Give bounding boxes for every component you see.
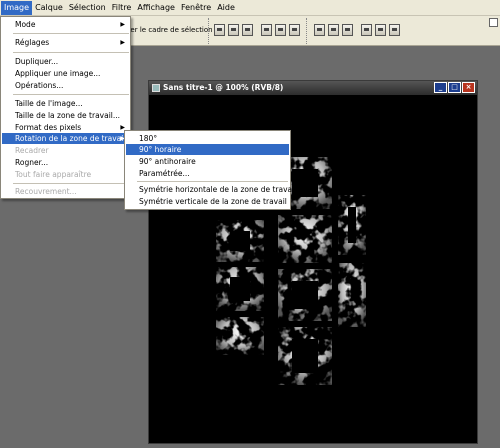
menu-item-label: Mode [15,20,36,29]
menu-separator [13,183,129,184]
submenu-item-symetrie-horizontale[interactable]: Symétrie horizontale de la zone de trava… [126,184,296,195]
minimize-button[interactable]: _ [434,82,447,93]
crop-selection-label: ner le cadre de sélection [126,26,213,34]
menu-image[interactable]: Image [1,0,33,15]
submenu-item-90-antihoraire[interactable]: 90° antihoraire [126,156,289,167]
distribute-bottom-icon[interactable] [342,24,353,36]
align-right-icon[interactable] [289,24,300,36]
align-top-icon[interactable] [214,24,225,36]
menu-item-dupliquer[interactable]: Dupliquer... [2,56,129,67]
menu-separator [13,94,129,95]
toolbar-separator [306,18,312,44]
window-controls: _ □ × [434,82,475,93]
menu-item-tout-faire-apparaitre[interactable]: Tout faire apparaître [2,169,129,180]
submenu-item-180[interactable]: 180° [126,133,289,144]
submenu-item-symetrie-verticale[interactable]: Symétrie verticale de la zone de travail [126,196,289,207]
menu-item-taille-image[interactable]: Taille de l'image... [2,98,129,109]
submenu-arrow-icon: ▶ [120,39,125,46]
document-title: Sans titre-1 @ 100% (RVB/8) [163,83,284,92]
align-hcenter-icon[interactable] [275,24,286,36]
menu-item-label: Format des pixels [15,123,82,132]
submenu-item-parametree[interactable]: Paramétrée... [126,168,289,179]
menu-item-rotation-zone-travail[interactable]: Rotation de la zone de travail ▶ [2,133,129,144]
menu-item-taille-zone-travail[interactable]: Taille de la zone de travail... [2,110,129,121]
menu-item-label: Taille de l'image... [15,99,83,108]
menu-item-label: Recouvrement... [15,187,77,196]
menu-item-recadrer[interactable]: Recadrer [2,145,129,156]
panel-toggle-icon[interactable] [489,18,498,27]
menu-calque[interactable]: Calque [32,1,66,15]
align-vcenter-icon[interactable] [228,24,239,36]
menu-item-label: Rogner... [15,158,49,167]
menu-separator [137,181,288,182]
menu-item-label: Tout faire apparaître [15,170,92,179]
menu-item-label: Dupliquer... [15,57,59,66]
menu-filtre[interactable]: Filtre [109,1,135,15]
distribute-vcenter-icon[interactable] [328,24,339,36]
close-button[interactable]: × [462,82,475,93]
menu-item-label: Rotation de la zone de travail [15,134,126,143]
submenu-item-90-horaire[interactable]: 90° horaire [126,144,289,155]
menu-item-reglages[interactable]: Réglages ▶ [2,37,129,48]
menu-item-label: Taille de la zone de travail... [15,111,121,120]
document-titlebar[interactable]: Sans titre-1 @ 100% (RVB/8) _ □ × [149,81,477,95]
menu-aide[interactable]: Aide [214,1,238,15]
distribute-hcenter-icon[interactable] [375,24,386,36]
menu-item-appliquer-image[interactable]: Appliquer une image... [2,68,129,79]
menu-separator [13,33,129,34]
menu-item-label: Opérations... [15,81,64,90]
align-left-icon[interactable] [261,24,272,36]
align-bottom-icon[interactable] [242,24,253,36]
menu-item-label: Réglages [15,38,50,47]
menu-item-operations[interactable]: Opérations... [2,80,129,91]
menu-bar: Image Calque Sélection Filtre Affichage … [0,0,500,16]
distribute-right-icon[interactable] [389,24,400,36]
distribute-top-icon[interactable] [314,24,325,36]
rotation-submenu: 180° 90° horaire 90° antihoraire Paramét… [124,130,296,210]
menu-selection[interactable]: Sélection [66,1,109,15]
photoshop-doc-icon [152,84,160,92]
menu-item-format-pixels[interactable]: Format des pixels ▶ [2,122,129,133]
maximize-button[interactable]: □ [448,82,461,93]
menu-separator [13,52,129,53]
menu-affichage[interactable]: Affichage [134,1,178,15]
distribute-left-icon[interactable] [361,24,372,36]
menu-item-label: Recadrer [15,146,49,155]
menu-item-label: Appliquer une image... [15,69,101,78]
image-menu-dropdown: Mode ▶ Réglages ▶ Dupliquer... Appliquer… [0,16,131,199]
submenu-arrow-icon: ▶ [120,21,125,28]
menu-item-rogner[interactable]: Rogner... [2,157,129,168]
menu-item-recouvrement[interactable]: Recouvrement... [2,186,129,197]
menu-fenetre[interactable]: Fenêtre [178,1,214,15]
menu-item-mode[interactable]: Mode ▶ [2,19,129,30]
